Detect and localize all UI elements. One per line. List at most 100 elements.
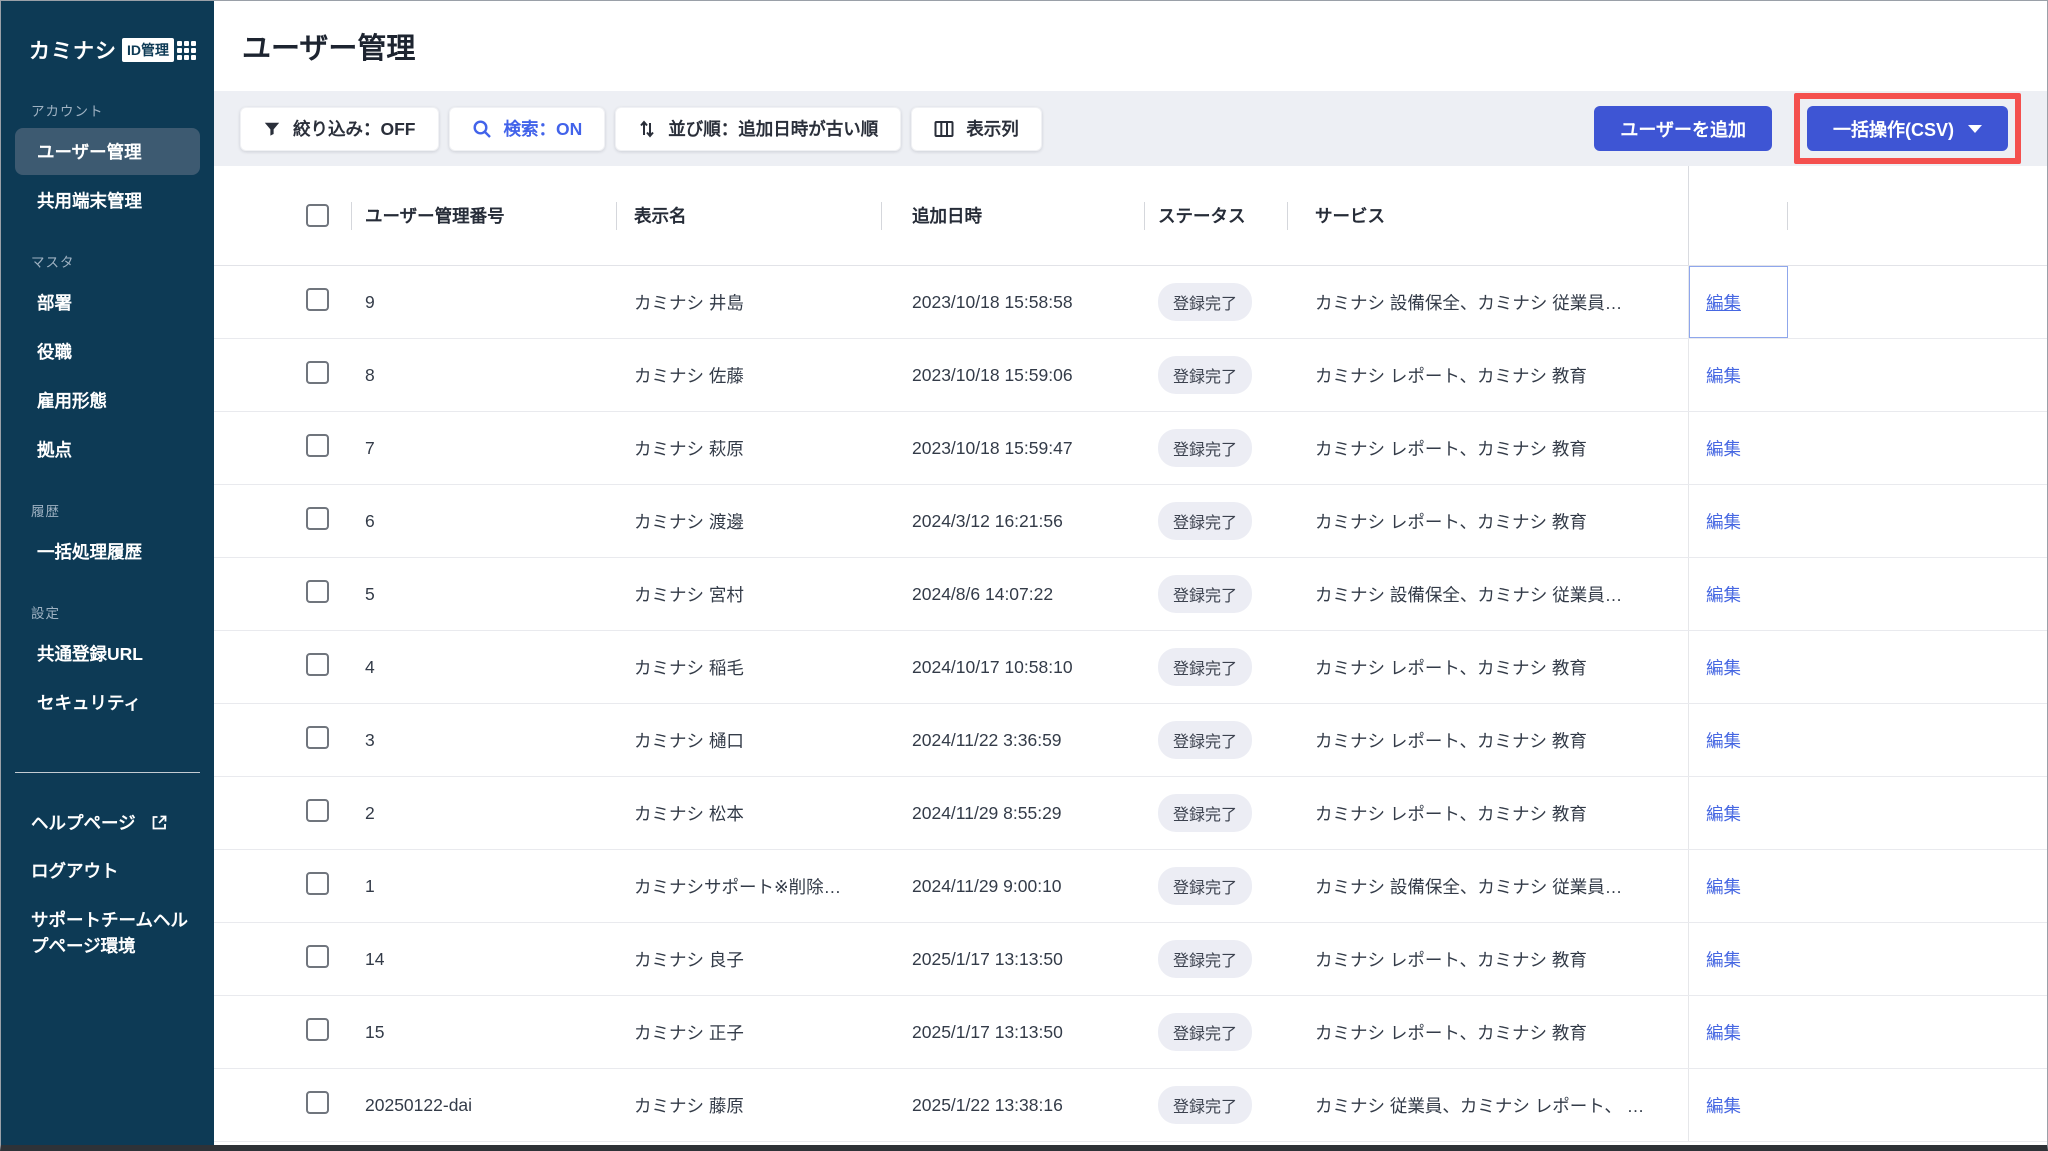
- highlight-annotation: 一括操作(CSV): [1794, 93, 2021, 164]
- sidebar-section-label: アカウント: [31, 104, 104, 119]
- edit-link[interactable]: 編集: [1706, 582, 1741, 607]
- bulk-operation-button[interactable]: 一括操作(CSV): [1807, 106, 2008, 151]
- edit-link[interactable]: 編集: [1706, 290, 1741, 315]
- row-edit-cell: 編集: [1688, 485, 1788, 557]
- edit-link[interactable]: 編集: [1706, 801, 1741, 826]
- row-checkbox[interactable]: [306, 653, 329, 676]
- status-badge: 登録完了: [1158, 794, 1253, 832]
- column-header-user-id[interactable]: ユーザー管理番号: [351, 166, 616, 265]
- row-services: カミナシ レポート、カミナシ 教育: [1315, 365, 1587, 386]
- edit-link[interactable]: 編集: [1706, 874, 1741, 899]
- column-header-name[interactable]: 表示名: [616, 166, 881, 265]
- status-badge: 登録完了: [1158, 1086, 1253, 1124]
- sidebar-footer-item[interactable]: サポートチームヘルプページ環境: [1, 896, 214, 971]
- row-name: カミナシ 良子: [634, 949, 744, 970]
- search-button[interactable]: 検索：ON: [448, 106, 606, 151]
- column-header-status[interactable]: ステータス: [1144, 166, 1287, 265]
- status-badge: 登録完了: [1158, 429, 1253, 467]
- row-edit-cell: 編集: [1688, 558, 1788, 630]
- table-row: 20250122-dai カミナシ 藤原 2025/1/22 13:38:16 …: [214, 1069, 2047, 1142]
- edit-link[interactable]: 編集: [1706, 1093, 1741, 1118]
- row-services: カミナシ レポート、カミナシ 教育: [1315, 1022, 1587, 1043]
- row-checkbox[interactable]: [306, 799, 329, 822]
- row-services: カミナシ レポート、カミナシ 教育: [1315, 730, 1587, 751]
- sidebar-footer-item[interactable]: ログアウト: [1, 847, 214, 895]
- status-badge: 登録完了: [1158, 575, 1253, 613]
- row-name: カミナシ 樋口: [634, 730, 744, 751]
- row-checkbox[interactable]: [306, 872, 329, 895]
- sort-button[interactable]: 並び順：追加日時が古い順: [615, 106, 902, 151]
- row-services: カミナシ レポート、カミナシ 教育: [1315, 511, 1587, 532]
- edit-link[interactable]: 編集: [1706, 728, 1741, 753]
- apps-grid-icon[interactable]: [177, 40, 196, 60]
- row-user-id: 20250122-dai: [365, 1094, 473, 1115]
- sidebar-item-セキュリティ[interactable]: セキュリティ: [15, 679, 200, 726]
- row-user-id: 3: [365, 729, 375, 750]
- sidebar-item-共用端末管理[interactable]: 共用端末管理: [15, 177, 200, 224]
- row-checkbox[interactable]: [306, 580, 329, 603]
- row-checkbox[interactable]: [306, 945, 329, 968]
- edit-link[interactable]: 編集: [1706, 363, 1741, 388]
- row-select-cell: [214, 361, 351, 389]
- edit-link[interactable]: 編集: [1706, 947, 1741, 972]
- row-name: カミナシ 宮村: [634, 584, 744, 605]
- sidebar-item-ユーザー管理[interactable]: ユーザー管理: [15, 128, 200, 175]
- sidebar: カミナシ ID管理 アカウント ユーザー管理 共用端末管理 マスタ 部署 役職 雇用形…: [1, 1, 214, 1145]
- logo: カミナシ ID管理: [1, 1, 214, 65]
- row-select-cell: [214, 1091, 351, 1119]
- row-checkbox[interactable]: [306, 1018, 329, 1041]
- sidebar-nav: アカウント ユーザー管理 共用端末管理 マスタ 部署 役職 雇用形態 拠点 履歴 一括処…: [1, 73, 214, 728]
- column-header-added[interactable]: 追加日時: [881, 166, 1144, 265]
- columns-button[interactable]: 表示列: [911, 106, 1042, 151]
- row-user-id: 7: [365, 437, 375, 458]
- row-checkbox[interactable]: [306, 434, 329, 457]
- row-checkbox[interactable]: [306, 361, 329, 384]
- sidebar-section-items: ユーザー管理 共用端末管理: [1, 128, 214, 224]
- row-name: カミナシ 松本: [634, 803, 744, 824]
- sidebar-section: 履歴 一括処理履歴: [1, 500, 214, 575]
- row-checkbox[interactable]: [306, 726, 329, 749]
- sidebar-item-雇用形態[interactable]: 雇用形態: [15, 377, 200, 424]
- status-badge: 登録完了: [1158, 648, 1253, 686]
- sidebar-section-items: 部署 役職 雇用形態 拠点: [1, 279, 214, 473]
- sidebar-footer-item-label: ヘルプページ: [31, 813, 136, 833]
- select-all-checkbox[interactable]: [306, 204, 329, 227]
- row-checkbox[interactable]: [306, 1091, 329, 1114]
- row-status-cell: 登録完了: [1144, 283, 1287, 321]
- bulk-operation-button-label: 一括操作(CSV): [1833, 119, 1954, 140]
- table-row: 4 カミナシ 稲毛 2024/10/17 10:58:10 登録完了 カミナシ …: [214, 631, 2047, 704]
- row-added: 2024/11/22 3:36:59: [912, 729, 1062, 750]
- filter-button[interactable]: 絞り込み：OFF: [240, 106, 439, 151]
- table-row: 2 カミナシ 松本 2024/11/29 8:55:29 登録完了 カミナシ レ…: [214, 777, 2047, 850]
- row-name: カミナシ 佐藤: [634, 365, 744, 386]
- sidebar-item-拠点[interactable]: 拠点: [15, 426, 200, 473]
- table-row: 7 カミナシ 萩原 2023/10/18 15:59:47 登録完了 カミナシ …: [214, 412, 2047, 485]
- sidebar-item-共通登録URL[interactable]: 共通登録URL: [15, 630, 200, 677]
- row-added: 2025/1/17 13:13:50: [912, 1021, 1063, 1042]
- edit-link[interactable]: 編集: [1706, 1020, 1741, 1045]
- row-user-id: 2: [365, 802, 375, 823]
- filter-button-label: 絞り込み：OFF: [293, 119, 416, 139]
- row-added: 2024/10/17 10:58:10: [912, 656, 1073, 677]
- row-name: カミナシ 渡邊: [634, 511, 744, 532]
- row-checkbox[interactable]: [306, 507, 329, 530]
- row-user-id: 14: [365, 948, 385, 969]
- filter-icon: [263, 120, 281, 138]
- column-header-services[interactable]: サービス: [1287, 166, 1688, 265]
- add-user-button[interactable]: ユーザーを追加: [1594, 106, 1772, 151]
- row-name: カミナシ 井島: [634, 292, 744, 313]
- row-added: 2025/1/17 13:13:50: [912, 948, 1063, 969]
- edit-link[interactable]: 編集: [1706, 655, 1741, 680]
- row-added: 2024/11/29 9:00:10: [912, 875, 1062, 896]
- sidebar-item-役職[interactable]: 役職: [15, 328, 200, 375]
- sidebar-footer: ヘルプページ ログアウト サポートチームヘルプページ環境: [1, 799, 214, 970]
- edit-link[interactable]: 編集: [1706, 436, 1741, 461]
- row-user-id: 5: [365, 583, 375, 604]
- sidebar-section-label: 設定: [31, 606, 60, 621]
- row-checkbox[interactable]: [306, 288, 329, 311]
- sidebar-footer-item[interactable]: ヘルプページ: [1, 799, 214, 847]
- sidebar-item-一括処理履歴[interactable]: 一括処理履歴: [15, 528, 200, 575]
- sidebar-item-部署[interactable]: 部署: [15, 279, 200, 326]
- row-services: カミナシ レポート、カミナシ 教育: [1315, 657, 1587, 678]
- edit-link[interactable]: 編集: [1706, 509, 1741, 534]
